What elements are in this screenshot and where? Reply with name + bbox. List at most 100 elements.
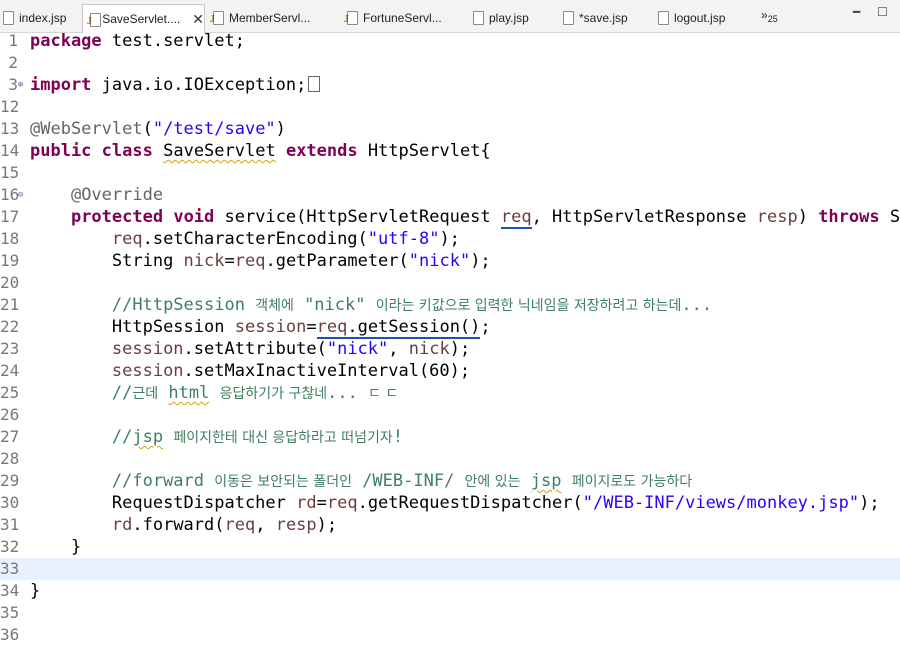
jsp-file-icon [562,11,574,25]
code-line: 34 } [0,580,900,602]
code-line: 23 session.setAttribute("nick", nick); [0,338,900,360]
code-line: 29 //forward 이동은 보안되는 폴더인 /WEB-INF/ 안에 있… [0,470,900,492]
code-line: 15 [0,162,900,184]
hidden-tab-count: 25 [767,14,778,24]
code-line: 26 [0,404,900,426]
java-file-icon: J [210,11,224,25]
line-number: 18 [0,229,20,248]
tab-fortuneservlet[interactable]: J FortuneServl... [344,4,442,31]
code-line: 12 [0,96,900,118]
line-number: 36 [0,625,20,644]
line-text: rd.forward(req, resp); [111,515,338,535]
line-number: 28 [0,449,20,468]
line-text: @WebServlet("/test/save") [30,119,286,139]
java-file-icon: J [344,11,358,25]
line-text: } [70,537,82,557]
line-number: 21 [0,295,20,314]
line-number: 20 [0,273,20,292]
code-line: 35 [0,602,900,624]
tab-play-jsp[interactable]: play.jsp [472,4,529,31]
folded-imports-marker[interactable] [308,76,321,92]
line-text: } [30,581,41,601]
current-line-highlight: 33 [0,558,900,580]
code-line: 1 package test.servlet; [0,30,900,52]
tab-save-jsp[interactable]: *save.jsp [562,4,628,31]
line-text: package test.servlet; [30,31,245,51]
line-text: session.setAttribute("nick", nick); [111,339,471,359]
line-text: String nick=req.getParameter("nick"); [111,251,491,271]
code-line: 18 req.setCharacterEncoding("utf-8"); [0,228,900,250]
line-number: 26 [0,405,20,424]
more-tabs-button[interactable]: »25 [761,8,778,24]
chevron-right-icon: » [761,8,768,22]
jsp-file-icon [657,11,669,25]
code-line: 17 protected void service(HttpServletReq… [0,206,900,229]
line-number: 1 [8,31,18,50]
line-number: 25 [0,383,20,402]
line-number: 22 [0,317,20,336]
line-number: 2 [8,53,18,72]
line-number: 30 [0,493,20,512]
line-number: 32 [0,537,20,556]
code-line: 3 ⊕ import java.io.IOException; [0,74,900,96]
line-text: import java.io.IOException; [30,74,321,96]
code-line: 2 [0,52,900,74]
jsp-file-icon [2,11,14,25]
line-number: 19 [0,251,20,270]
line-text: public class SaveServlet extends HttpSer… [30,141,491,161]
code-line: 20 [0,272,900,294]
line-text: req.setCharacterEncoding("utf-8"); [111,229,460,249]
line-number: 31 [0,515,20,534]
line-number: 34 [0,581,20,600]
code-line: 36 [0,624,900,646]
code-line: 13 @WebServlet("/test/save") [0,118,900,140]
tab-label: MemberServl... [229,10,311,25]
line-text: protected void service(HttpServletReques… [70,207,900,229]
line-text: //jsp 페이지한테 대신 응답하라고 떠넘기자! [111,427,404,447]
line-number: 24 [0,361,20,380]
java-file-icon: J [87,12,101,27]
line-number: 33 [0,559,20,578]
line-number: 27 [0,427,20,446]
editor-tab-bar: index.jsp J SaveServlet.... ✕ J MemberSe… [0,0,900,33]
line-number: 35 [0,603,20,622]
jsp-file-icon [472,11,484,25]
line-number: 14 [0,141,20,160]
code-line: 31 rd.forward(req, resp); [0,514,900,536]
line-number: 12 [0,97,20,116]
line-text: //forward 이동은 보안되는 폴더인 /WEB-INF/ 안에 있는 j… [111,471,693,491]
tab-index-jsp[interactable]: index.jsp [2,4,66,31]
minimize-button[interactable]: ━ [853,5,860,19]
code-line: 30 RequestDispatcher rd=req.getRequestDi… [0,492,900,514]
code-line: 22 HttpSession session=req.getSession(); [0,316,900,339]
code-editor[interactable]: 1 package test.servlet; 2 3 ⊕ import jav… [0,30,900,649]
code-line: 25 //근데 html 응답하기가 구찮네... ㄷ ㄷ [0,382,900,404]
code-line: 32 } [0,536,900,558]
line-text: //HttpSession 객체에 "nick" 이라는 키값으로 입력한 닉네… [111,295,713,315]
tab-label: logout.jsp [674,10,726,25]
close-icon[interactable]: ✕ [192,11,204,28]
tab-label: play.jsp [489,10,529,25]
line-text: HttpSession session=req.getSession(); [111,317,491,339]
maximize-button[interactable]: ☐ [877,5,888,19]
code-line: 27 //jsp 페이지한테 대신 응답하라고 떠넘기자! [0,426,900,448]
tab-memberservlet[interactable]: J MemberServl... [210,4,311,31]
line-number: 3 [8,75,18,94]
collapse-fold-icon[interactable]: ⊖ [18,190,23,200]
line-text: //근데 html 응답하기가 구찮네... ㄷ ㄷ [111,383,399,403]
tab-label: index.jsp [19,10,67,25]
tab-label: SaveServlet.... [102,12,181,26]
tab-label: FortuneServl... [363,10,442,25]
line-number: 17 [0,207,20,226]
tab-label: *save.jsp [579,10,628,25]
line-text: RequestDispatcher rd=req.getRequestDispa… [111,493,880,513]
line-text: session.setMaxInactiveInterval(60); [111,361,471,381]
line-number: 13 [0,119,20,138]
line-number: 29 [0,471,20,490]
line-text: @Override [70,185,164,205]
code-line: 28 [0,448,900,470]
line-number: 16 [0,185,20,204]
tab-saveservlet[interactable]: J SaveServlet.... ✕ [82,4,205,33]
expand-fold-icon[interactable]: ⊕ [18,80,23,90]
tab-logout-jsp[interactable]: logout.jsp [657,4,725,31]
